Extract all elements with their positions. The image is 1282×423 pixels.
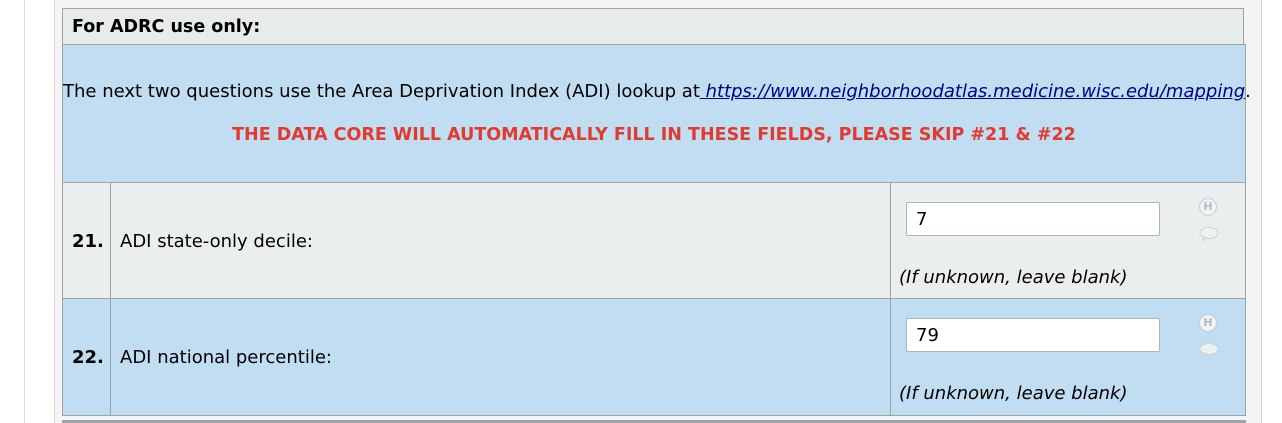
question-number-cell: 21. (63, 183, 111, 298)
question-label: ADI state-only decile: (120, 231, 313, 252)
history-icon[interactable]: H (1199, 198, 1217, 216)
section-header: For ADRC use only: (62, 8, 1244, 45)
question-row-22: 22. ADI national percentile: (If unknown… (62, 298, 1246, 416)
info-box: The next two questions use the Area Depr… (62, 44, 1251, 183)
skip-warning: THE DATA CORE WILL AUTOMATICALLY FILL IN… (232, 125, 1076, 145)
question-number: 21. (72, 231, 104, 252)
history-icon[interactable]: H (1199, 314, 1217, 332)
section-header-title: For ADRC use only: (72, 17, 261, 37)
comment-icon[interactable] (1199, 343, 1219, 357)
info-text-after: . (1245, 81, 1251, 102)
question-number: 22. (72, 347, 104, 368)
page-left-rule (24, 0, 25, 423)
answer-divider (890, 299, 891, 415)
info-text: The next two questions use the Area Depr… (63, 81, 1251, 102)
answer-divider (890, 183, 891, 298)
question-number-cell: 22. (63, 299, 111, 415)
adi-state-decile-input[interactable] (906, 202, 1160, 236)
info-text-before: The next two questions use the Area Depr… (63, 81, 700, 102)
question-row-21: 21. ADI state-only decile: (If unknown, … (62, 182, 1246, 299)
field-note: (If unknown, leave blank) (899, 383, 1128, 404)
comment-icon[interactable] (1199, 227, 1219, 241)
field-note: (If unknown, leave blank) (899, 267, 1128, 288)
adi-lookup-link[interactable]: https://www.neighborhoodatlas.medicine.w… (700, 81, 1246, 102)
question-label: ADI national percentile: (120, 347, 332, 368)
adi-national-percentile-input[interactable] (906, 318, 1160, 352)
